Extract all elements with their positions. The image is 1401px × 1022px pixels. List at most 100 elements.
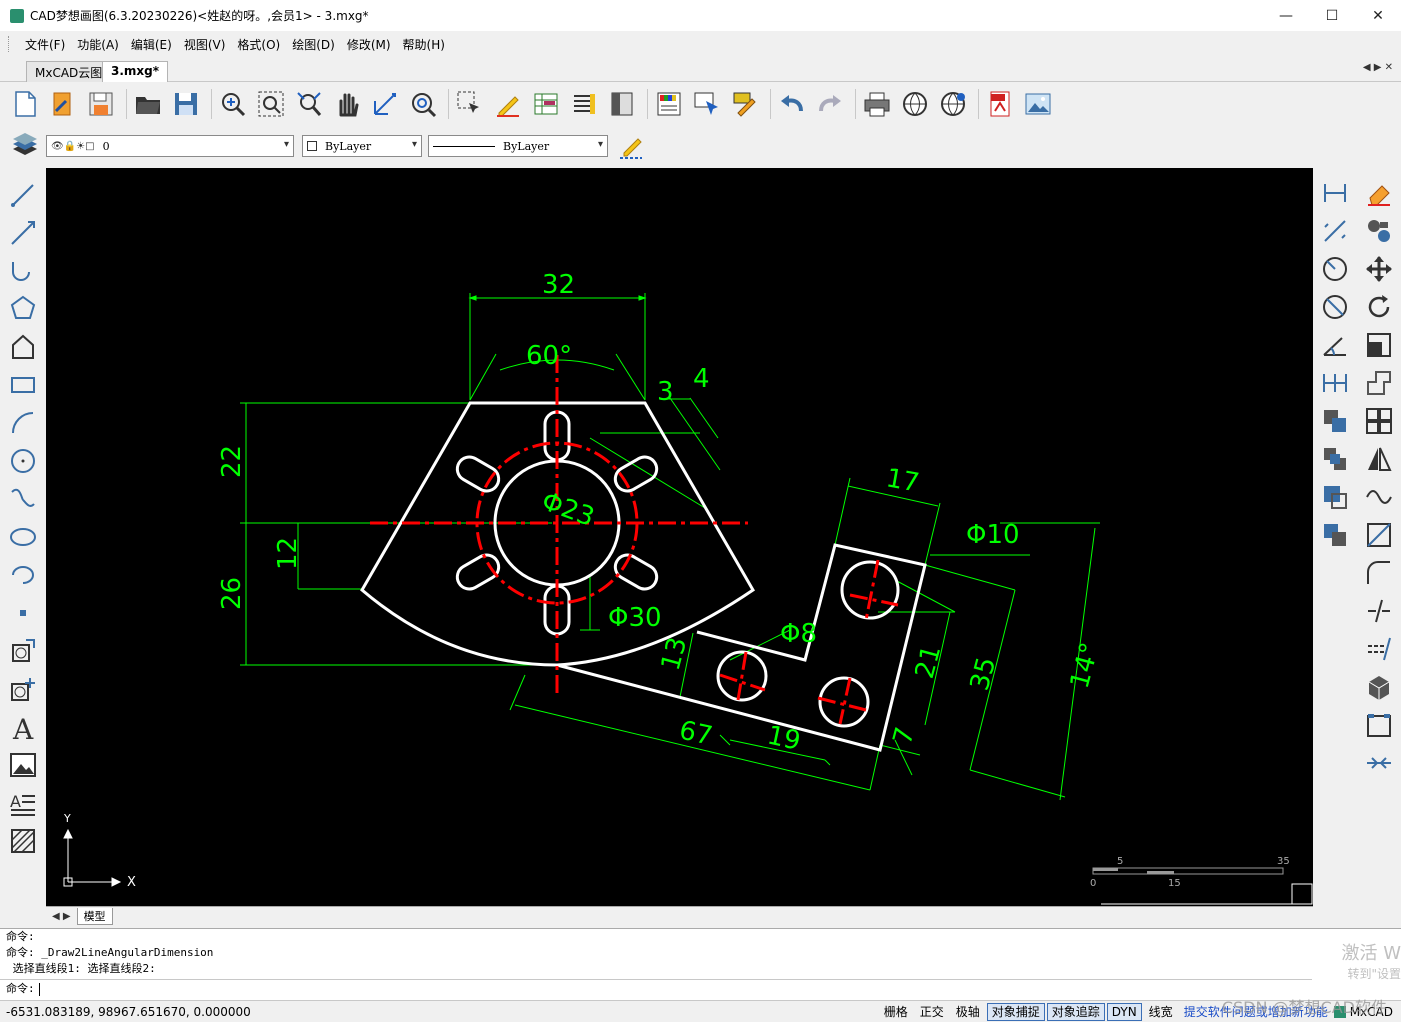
copy-icon[interactable]: [1318, 404, 1352, 438]
grid-table-icon[interactable]: [529, 87, 563, 121]
open-orange-icon[interactable]: [46, 87, 80, 121]
image-icon[interactable]: [1021, 87, 1055, 121]
point-icon[interactable]: [6, 596, 40, 630]
break-icon[interactable]: [1362, 594, 1396, 628]
toggle-grid[interactable]: 栅格: [879, 1003, 913, 1021]
ellipse-arc-icon[interactable]: [6, 558, 40, 592]
chevron-down-icon[interactable]: ▾: [412, 139, 417, 150]
dim-radius-icon[interactable]: [1318, 252, 1352, 286]
spline-icon[interactable]: [6, 482, 40, 516]
globe-icon[interactable]: [898, 87, 932, 121]
select-arrow-icon[interactable]: [690, 87, 724, 121]
image-insert-icon[interactable]: [6, 748, 40, 782]
save-as-icon[interactable]: [169, 87, 203, 121]
minimize-button[interactable]: —: [1263, 0, 1309, 31]
close-button[interactable]: ✕: [1355, 0, 1401, 31]
polygon-icon[interactable]: [6, 292, 40, 326]
save-icon[interactable]: [84, 87, 118, 121]
toggle-osnap[interactable]: 对象捕捉: [986, 1002, 1045, 1021]
dim-aligned-icon[interactable]: [1318, 214, 1352, 248]
dim-angle-icon[interactable]: [1318, 328, 1352, 362]
drawing-svg[interactable]: 32 60° 3 4 22 12 26 Φ23 Φ30 17 Φ10 Φ8 13…: [46, 168, 1313, 906]
menu-view[interactable]: 视图(V): [178, 36, 232, 53]
toggle-ortho[interactable]: 正交: [915, 1003, 949, 1021]
pencil-icon[interactable]: [491, 87, 525, 121]
pdf-icon[interactable]: [983, 87, 1017, 121]
toggle-dyn[interactable]: DYN: [1106, 1002, 1142, 1021]
redo-icon[interactable]: [813, 87, 847, 121]
select-icon[interactable]: [453, 87, 487, 121]
pan-hand-icon[interactable]: [330, 87, 364, 121]
menu-format[interactable]: 格式(O): [231, 36, 286, 53]
maximize-button[interactable]: ☐: [1309, 0, 1355, 31]
extend-icon[interactable]: [1362, 632, 1396, 666]
rotate-icon[interactable]: [1362, 290, 1396, 324]
xline-icon[interactable]: [6, 216, 40, 250]
pentagon-icon[interactable]: [6, 330, 40, 364]
menu-file[interactable]: 文件(F): [19, 36, 71, 53]
new-icon[interactable]: [8, 87, 42, 121]
circle-icon[interactable]: [6, 444, 40, 478]
toggle-lineweight[interactable]: 线宽: [1144, 1003, 1178, 1021]
drawing-canvas[interactable]: 32 60° 3 4 22 12 26 Φ23 Φ30 17 Φ10 Φ8 13…: [46, 168, 1313, 906]
linewidth-pencil-icon[interactable]: [614, 129, 648, 163]
copy-objects-icon[interactable]: [1362, 214, 1396, 248]
explode-3d-icon[interactable]: [1362, 670, 1396, 704]
box-icon[interactable]: [1362, 708, 1396, 742]
undo-icon[interactable]: [775, 87, 809, 121]
mtext-icon[interactable]: A: [6, 786, 40, 820]
toggle-otrack[interactable]: 对象追踪: [1046, 1002, 1105, 1021]
array-icon[interactable]: [1318, 518, 1352, 552]
insert-block-icon[interactable]: [6, 634, 40, 668]
command-input[interactable]: 命令:: [0, 979, 1312, 999]
list-icon[interactable]: [567, 87, 601, 121]
measure-icon[interactable]: [368, 87, 402, 121]
menu-edit[interactable]: 编辑(E): [125, 36, 178, 53]
tab-model[interactable]: 模型: [76, 908, 113, 925]
layer-combo[interactable]: 👁🔒☀□ 0 ▾: [46, 135, 294, 157]
chevron-down-icon[interactable]: ▾: [284, 139, 289, 150]
color-combo[interactable]: ByLayer ▾: [302, 135, 422, 157]
toggle-polar[interactable]: 极轴: [951, 1003, 985, 1021]
stretch-icon[interactable]: [1362, 366, 1396, 400]
dim-continue-icon[interactable]: [1318, 366, 1352, 400]
properties-icon[interactable]: [605, 87, 639, 121]
layout-nav-arrows[interactable]: ◀ ▶: [52, 911, 71, 922]
polyline-arc-icon[interactable]: [6, 254, 40, 288]
zoom-window-icon[interactable]: [216, 87, 250, 121]
move-cross-icon[interactable]: [1362, 252, 1396, 286]
globe-sync-icon[interactable]: [936, 87, 970, 121]
chevron-down-icon[interactable]: ▾: [598, 139, 603, 150]
menu-function[interactable]: 功能(A): [71, 36, 125, 53]
linetype-combo[interactable]: ByLayer ▾: [428, 135, 608, 157]
command-window[interactable]: 命令: 命令: _Draw2LineAngularDimension 选择直线段…: [0, 928, 1401, 1000]
tab-nav-arrows[interactable]: ◀ ▶ ✕: [1363, 62, 1393, 73]
line-icon[interactable]: [6, 178, 40, 212]
make-block-icon[interactable]: [6, 672, 40, 706]
layers-icon[interactable]: [8, 129, 42, 163]
offset-icon[interactable]: [1318, 480, 1352, 514]
join-icon[interactable]: [1362, 746, 1396, 780]
rectangle-icon[interactable]: [6, 368, 40, 402]
zoom-previous-icon[interactable]: [406, 87, 440, 121]
color-palette-icon[interactable]: [652, 87, 686, 121]
menu-help[interactable]: 帮助(H): [397, 36, 451, 53]
fillet-icon[interactable]: [1362, 556, 1396, 590]
ellipse-icon[interactable]: [6, 520, 40, 554]
mirror-icon[interactable]: [1362, 442, 1396, 476]
tab-mxcad-cloud[interactable]: MxCAD云图: [26, 61, 112, 82]
dim-diameter-icon[interactable]: [1318, 290, 1352, 324]
menu-modify[interactable]: 修改(M): [341, 36, 397, 53]
scale-icon[interactable]: [1362, 328, 1396, 362]
folder-open-icon[interactable]: [131, 87, 165, 121]
wave-icon[interactable]: [1362, 480, 1396, 514]
move-icon[interactable]: [1318, 442, 1352, 476]
menu-draw[interactable]: 绘图(D): [286, 36, 341, 53]
arc-icon[interactable]: [6, 406, 40, 440]
tab-3-mxg[interactable]: 3.mxg*: [102, 61, 169, 82]
text-icon[interactable]: A: [6, 710, 40, 744]
erase-icon[interactable]: [1362, 176, 1396, 210]
zoom-realtime-icon[interactable]: [292, 87, 326, 121]
dim-linear-icon[interactable]: [1318, 176, 1352, 210]
hatch-icon[interactable]: [6, 824, 40, 858]
